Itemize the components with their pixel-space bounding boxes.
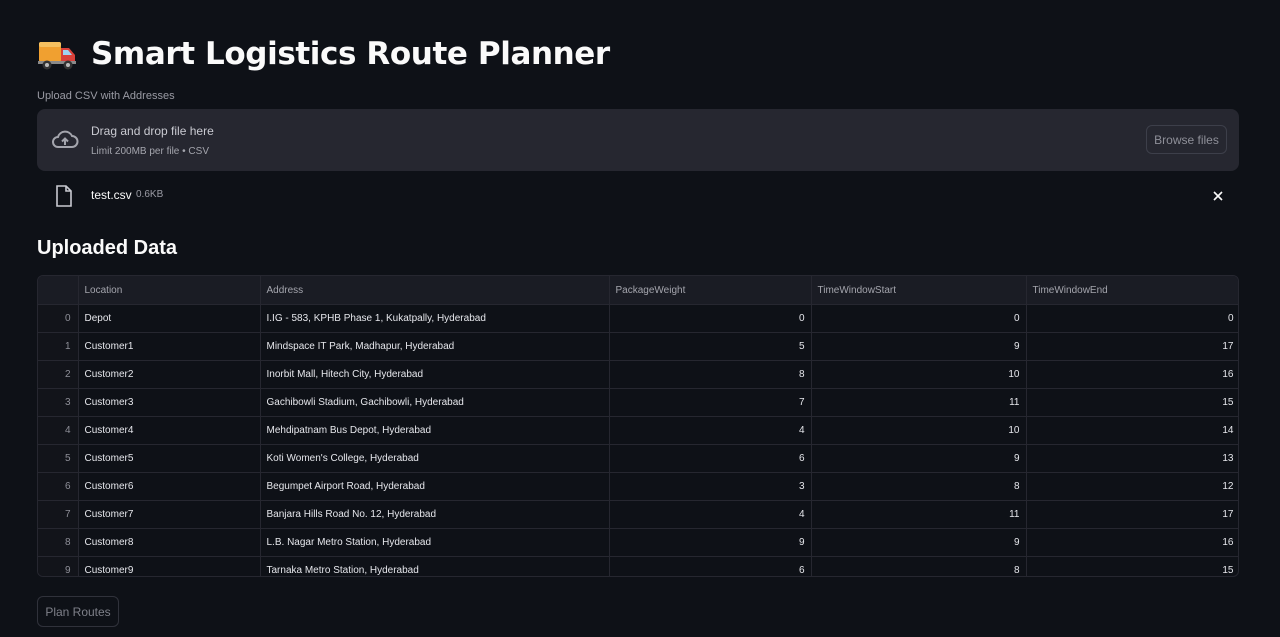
cell-location[interactable]: Customer7 — [78, 500, 261, 529]
uploaded-file-size: 0.6KB — [136, 189, 164, 200]
title-row: Smart Logistics Route Planner — [37, 30, 610, 78]
cell-time-window-start[interactable]: 11 — [811, 388, 1027, 417]
page-title: Smart Logistics Route Planner — [91, 36, 610, 72]
row-index: 6 — [38, 472, 79, 501]
cell-address[interactable]: Banjara Hills Road No. 12, Hyderabad — [260, 500, 610, 529]
table-row: 9 Customer9 Tarnaka Metro Station, Hyder… — [38, 556, 1238, 576]
cell-location[interactable]: Customer6 — [78, 472, 261, 501]
row-index: 8 — [38, 528, 79, 557]
cell-package-weight[interactable]: 8 — [609, 360, 812, 389]
table-row: 1 Customer1 Mindspace IT Park, Madhapur,… — [38, 332, 1238, 361]
cell-location[interactable]: Customer4 — [78, 416, 261, 445]
cell-package-weight[interactable]: 6 — [609, 444, 812, 473]
column-header-location[interactable]: Location — [78, 276, 261, 305]
delivery-truck-icon — [38, 42, 76, 70]
cell-time-window-start[interactable]: 8 — [811, 472, 1027, 501]
cell-address[interactable]: Mehdipatnam Bus Depot, Hyderabad — [260, 416, 610, 445]
table-row: 4 Customer4 Mehdipatnam Bus Depot, Hyder… — [38, 416, 1238, 445]
cell-package-weight[interactable]: 9 — [609, 528, 812, 557]
cell-package-weight[interactable]: 6 — [609, 556, 812, 576]
cell-location[interactable]: Customer2 — [78, 360, 261, 389]
row-index: 5 — [38, 444, 79, 473]
browse-files-button[interactable]: Browse files — [1146, 125, 1227, 154]
cell-package-weight[interactable]: 0 — [609, 304, 812, 333]
file-uploader-label: Upload CSV with Addresses — [37, 90, 175, 102]
file-icon — [56, 185, 72, 207]
cell-location[interactable]: Customer9 — [78, 556, 261, 576]
cell-location[interactable]: Customer1 — [78, 332, 261, 361]
file-dropzone[interactable]: Drag and drop file here Limit 200MB per … — [37, 109, 1239, 171]
cell-address[interactable]: Gachibowli Stadium, Gachibowli, Hyderaba… — [260, 388, 610, 417]
table-row: 0 Depot I.IG - 583, KPHB Phase 1, Kukatp… — [38, 304, 1238, 333]
cell-time-window-start[interactable]: 10 — [811, 360, 1027, 389]
table-row: 2 Customer2 Inorbit Mall, Hitech City, H… — [38, 360, 1238, 389]
cell-address[interactable]: Mindspace IT Park, Madhapur, Hyderabad — [260, 332, 610, 361]
cell-address[interactable]: Begumpet Airport Road, Hyderabad — [260, 472, 610, 501]
cell-time-window-end[interactable]: 17 — [1026, 500, 1238, 529]
dropzone-limit-text: Limit 200MB per file • CSV — [91, 146, 209, 157]
cell-time-window-start[interactable]: 9 — [811, 444, 1027, 473]
row-index: 1 — [38, 332, 79, 361]
cell-location[interactable]: Depot — [78, 304, 261, 333]
cell-address[interactable]: Koti Women's College, Hyderabad — [260, 444, 610, 473]
uploaded-data-heading: Uploaded Data — [37, 237, 178, 259]
table-row: 3 Customer3 Gachibowli Stadium, Gachibow… — [38, 388, 1238, 417]
row-index: 0 — [38, 304, 79, 333]
cell-package-weight[interactable]: 3 — [609, 472, 812, 501]
cell-time-window-start[interactable]: 8 — [811, 556, 1027, 576]
dropzone-instructions: Drag and drop file here — [91, 124, 214, 138]
row-index: 3 — [38, 388, 79, 417]
row-index: 7 — [38, 500, 79, 529]
cell-time-window-end[interactable]: 16 — [1026, 360, 1238, 389]
cell-time-window-end[interactable]: 15 — [1026, 556, 1238, 576]
table-row: 7 Customer7 Banjara Hills Road No. 12, H… — [38, 500, 1238, 529]
column-header-index[interactable] — [38, 276, 79, 305]
cell-address[interactable]: I.IG - 583, KPHB Phase 1, Kukatpally, Hy… — [260, 304, 610, 333]
cell-package-weight[interactable]: 4 — [609, 500, 812, 529]
cell-package-weight[interactable]: 5 — [609, 332, 812, 361]
table-row: 6 Customer6 Begumpet Airport Road, Hyder… — [38, 472, 1238, 501]
cloud-upload-icon — [52, 130, 79, 148]
cell-address[interactable]: Tarnaka Metro Station, Hyderabad — [260, 556, 610, 576]
cell-time-window-end[interactable]: 13 — [1026, 444, 1238, 473]
data-table-grid: Location Address PackageWeight TimeWindo… — [38, 276, 1238, 576]
remove-file-close-icon[interactable] — [1211, 189, 1225, 203]
data-table[interactable]: Location Address PackageWeight TimeWindo… — [37, 275, 1239, 577]
cell-location[interactable]: Customer5 — [78, 444, 261, 473]
column-header-address[interactable]: Address — [260, 276, 610, 305]
row-index: 9 — [38, 556, 79, 576]
column-header-timewindowend[interactable]: TimeWindowEnd — [1026, 276, 1238, 305]
table-row: 5 Customer5 Koti Women's College, Hydera… — [38, 444, 1238, 473]
cell-time-window-start[interactable]: 9 — [811, 332, 1027, 361]
cell-time-window-end[interactable]: 0 — [1026, 304, 1238, 333]
cell-time-window-end[interactable]: 17 — [1026, 332, 1238, 361]
column-header-timewindowstart[interactable]: TimeWindowStart — [811, 276, 1027, 305]
app-container: Smart Logistics Route Planner Upload CSV… — [0, 0, 1280, 637]
cell-time-window-end[interactable]: 16 — [1026, 528, 1238, 557]
cell-location[interactable]: Customer3 — [78, 388, 261, 417]
row-index: 2 — [38, 360, 79, 389]
uploaded-file-name: test.csv — [91, 188, 132, 202]
column-header-packageweight[interactable]: PackageWeight — [609, 276, 812, 305]
cell-time-window-start[interactable]: 11 — [811, 500, 1027, 529]
table-header-row: Location Address PackageWeight TimeWindo… — [38, 276, 1238, 305]
cell-location[interactable]: Customer8 — [78, 528, 261, 557]
cell-time-window-start[interactable]: 9 — [811, 528, 1027, 557]
cell-time-window-start[interactable]: 10 — [811, 416, 1027, 445]
table-row: 8 Customer8 L.B. Nagar Metro Station, Hy… — [38, 528, 1238, 557]
cell-time-window-end[interactable]: 14 — [1026, 416, 1238, 445]
uploaded-file-item: test.csv 0.6KB — [37, 183, 1239, 209]
cell-time-window-end[interactable]: 12 — [1026, 472, 1238, 501]
row-index: 4 — [38, 416, 79, 445]
cell-address[interactable]: L.B. Nagar Metro Station, Hyderabad — [260, 528, 610, 557]
plan-routes-button[interactable]: Plan Routes — [37, 596, 119, 627]
cell-package-weight[interactable]: 7 — [609, 388, 812, 417]
cell-package-weight[interactable]: 4 — [609, 416, 812, 445]
cell-address[interactable]: Inorbit Mall, Hitech City, Hyderabad — [260, 360, 610, 389]
cell-time-window-end[interactable]: 15 — [1026, 388, 1238, 417]
cell-time-window-start[interactable]: 0 — [811, 304, 1027, 333]
